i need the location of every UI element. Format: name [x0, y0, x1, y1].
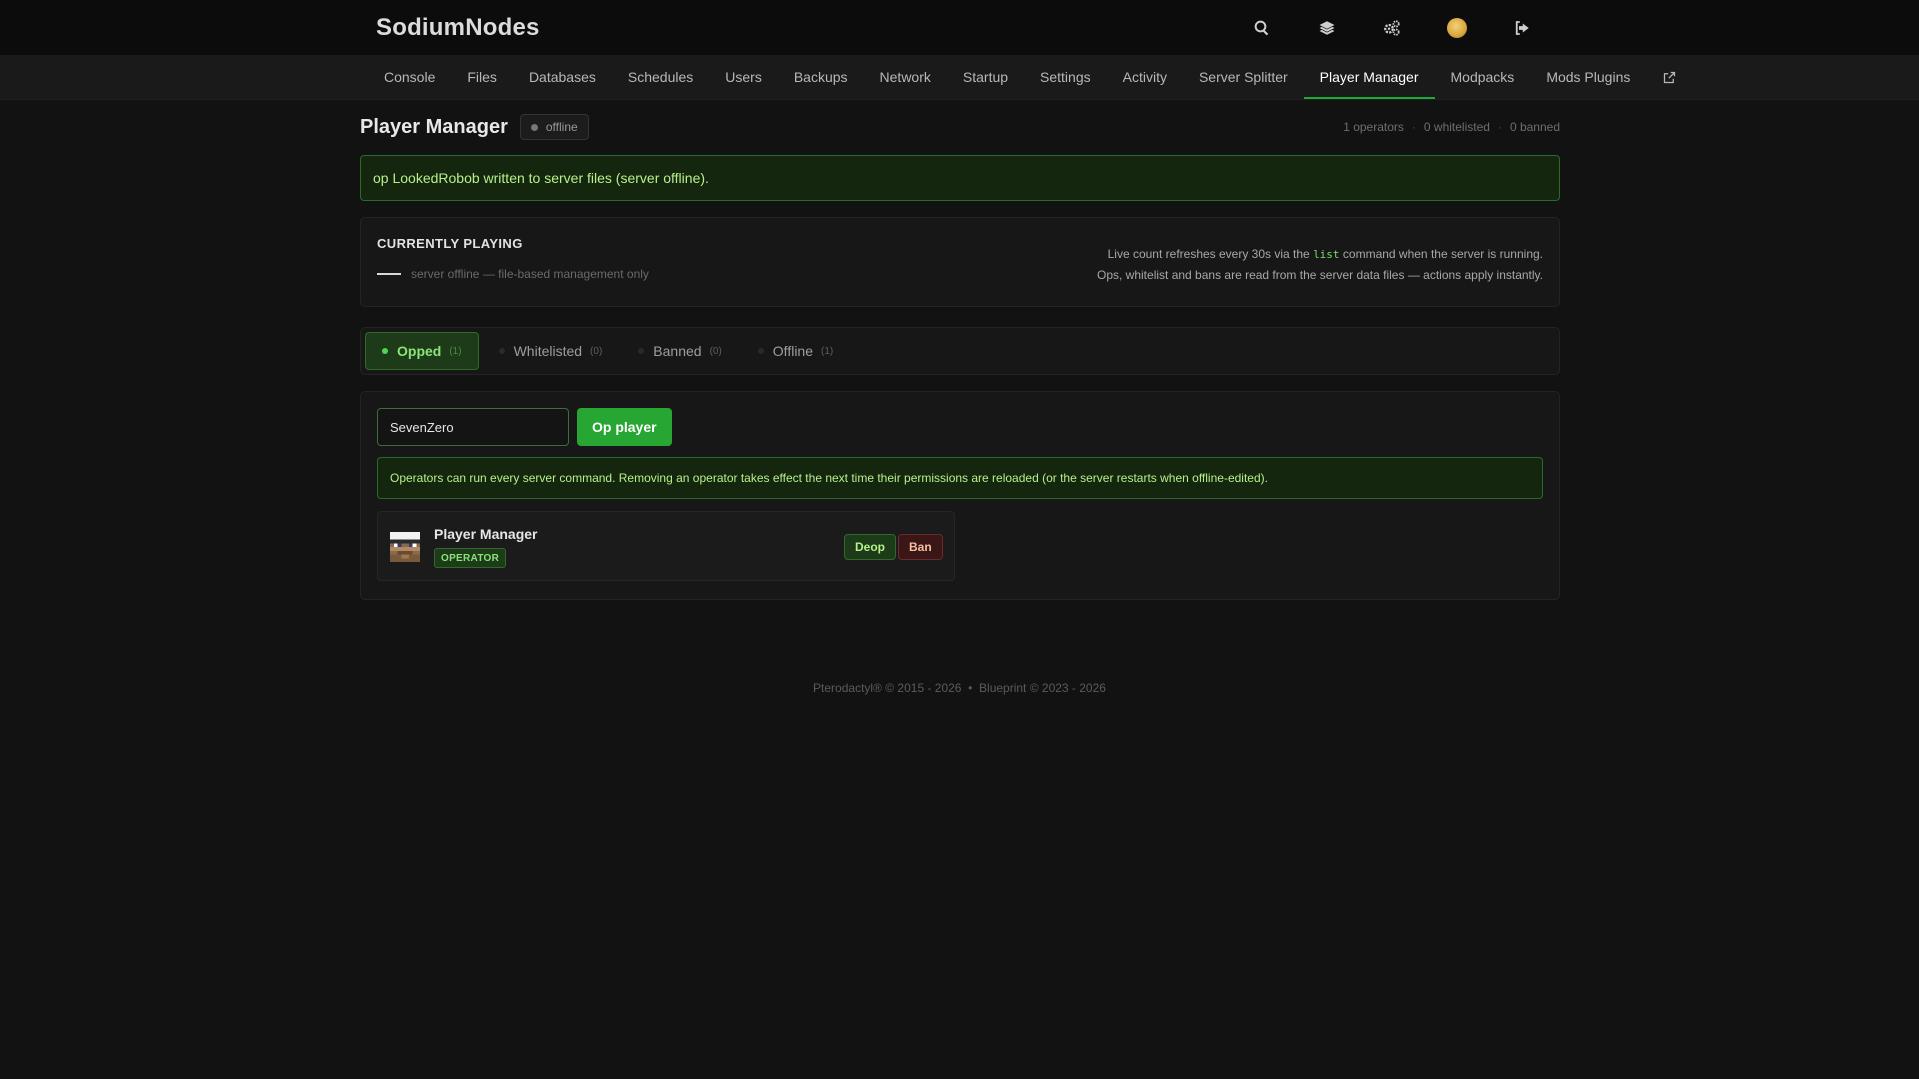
- deop-button[interactable]: Deop: [844, 534, 896, 560]
- tab-count: (1): [821, 345, 834, 357]
- nav-settings[interactable]: Settings: [1024, 55, 1107, 99]
- info-text: Live count refreshes every 30s via the: [1107, 247, 1314, 261]
- nav-schedules[interactable]: Schedules: [612, 55, 709, 99]
- cogs-icon[interactable]: [1380, 16, 1404, 40]
- logout-icon[interactable]: [1510, 16, 1534, 40]
- dash-icon: [377, 273, 401, 275]
- nav-modpacks[interactable]: Modpacks: [1435, 55, 1531, 99]
- server-nav: Console Files Databases Schedules Users …: [0, 55, 1919, 100]
- nav-files[interactable]: Files: [451, 55, 513, 99]
- status-text: offline: [545, 120, 578, 134]
- playing-info-line-1: Live count refreshes every 30s via the l…: [1097, 244, 1543, 265]
- layers-icon[interactable]: [1315, 16, 1339, 40]
- banned-count: 0 banned: [1509, 120, 1560, 134]
- operators-count: 1 operators: [1343, 120, 1404, 134]
- nav-users[interactable]: Users: [709, 55, 778, 99]
- status-dot-icon: [530, 123, 538, 131]
- count-separator: ·: [1411, 120, 1416, 134]
- nav-player-manager[interactable]: Player Manager: [1303, 55, 1435, 99]
- tab-label: Opped: [397, 343, 442, 359]
- nav-backups[interactable]: Backups: [778, 55, 864, 99]
- playing-info: Live count refreshes every 30s via the l…: [1097, 244, 1543, 285]
- status-badge: offline: [519, 114, 589, 140]
- search-icon[interactable]: [1250, 16, 1274, 40]
- nav-server-splitter[interactable]: Server Splitter: [1183, 55, 1304, 99]
- main-content: Player Manager offline 1 operators · 0 w…: [360, 100, 1560, 600]
- tab-opped[interactable]: Opped (1): [365, 332, 479, 370]
- op-form: Op player: [377, 408, 1543, 446]
- count-separator: ·: [1497, 120, 1502, 134]
- operators-info-note: Operators can run every server command. …: [377, 457, 1543, 499]
- tab-label: Banned: [653, 343, 702, 359]
- external-link-icon[interactable]: [1646, 55, 1693, 99]
- player-skin-icon: [390, 532, 420, 562]
- playing-status-text: server offline — file-based management o…: [411, 267, 649, 281]
- ban-button[interactable]: Ban: [898, 534, 943, 560]
- success-notice: op LookedRobob written to server files (…: [360, 155, 1560, 201]
- list-command-code: list: [1313, 248, 1340, 261]
- player-counts: 1 operators · 0 whitelisted · 0 banned: [1343, 100, 1560, 154]
- tab-banned[interactable]: Banned (0): [622, 332, 738, 370]
- opped-panel: Op player Operators can run every server…: [360, 391, 1560, 600]
- whitelisted-count: 0 whitelisted: [1423, 120, 1490, 134]
- top-bar: SodiumNodes: [0, 0, 1919, 55]
- nav-databases[interactable]: Databases: [513, 55, 612, 99]
- playing-info-line-2: Ops, whitelist and bans are read from th…: [1097, 268, 1543, 282]
- tab-offline[interactable]: Offline (1): [742, 332, 849, 370]
- tab-label: Whitelisted: [513, 343, 583, 359]
- op-player-button[interactable]: Op player: [577, 408, 672, 446]
- currently-playing-card: CURRENTLY PLAYING server offline — file-…: [360, 217, 1560, 307]
- nav-activity[interactable]: Activity: [1107, 55, 1183, 99]
- player-card: Player Manager OPERATOR Deop Ban: [377, 511, 955, 581]
- tab-count: (0): [709, 345, 722, 357]
- tab-whitelisted[interactable]: Whitelisted (0): [483, 332, 619, 370]
- player-name-input[interactable]: [377, 408, 569, 446]
- footer-text: Pterodactyl® © 2015 - 2026 • Blueprint ©…: [813, 681, 1106, 695]
- nav-mods-plugins[interactable]: Mods Plugins: [1530, 55, 1646, 99]
- avatar[interactable]: [1445, 16, 1469, 40]
- player-tabs: Opped (1) Whitelisted (0) Banned (0) Off…: [360, 327, 1560, 375]
- operator-badge: OPERATOR: [434, 548, 507, 568]
- page-header: Player Manager offline 1 operators · 0 w…: [360, 100, 1560, 154]
- tab-dot-icon: [638, 348, 645, 354]
- brand-logo[interactable]: SodiumNodes: [376, 14, 540, 42]
- tab-label: Offline: [772, 343, 814, 359]
- tab-dot-icon: [498, 348, 505, 354]
- nav-startup[interactable]: Startup: [947, 55, 1024, 99]
- player-name: Player Manager: [434, 526, 538, 542]
- tab-count: (1): [449, 345, 462, 357]
- info-text: command when the server is running.: [1339, 247, 1543, 261]
- tab-count: (0): [590, 345, 603, 357]
- nav-network[interactable]: Network: [864, 55, 947, 99]
- avatar-icon: [1447, 17, 1467, 38]
- tab-dot-icon: [382, 348, 388, 354]
- page-title: Player Manager: [360, 115, 508, 138]
- top-icons: [1250, 0, 1575, 55]
- footer: Pterodactyl® © 2015 - 2026 • Blueprint ©…: [0, 681, 1919, 695]
- tab-dot-icon: [757, 348, 764, 354]
- nav-console[interactable]: Console: [368, 55, 451, 99]
